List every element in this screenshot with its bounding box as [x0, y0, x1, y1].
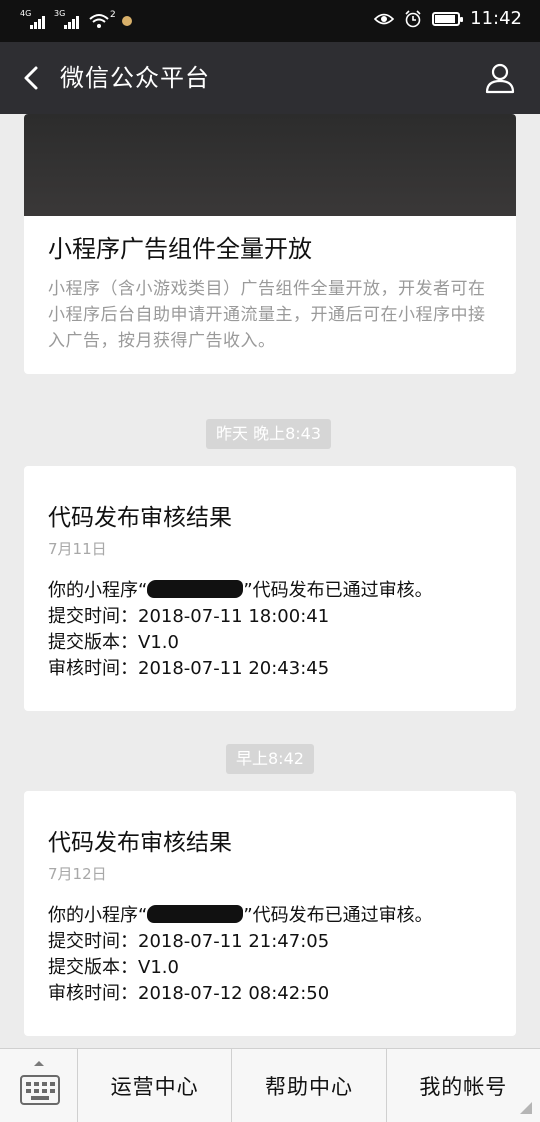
bottom-menu-bar: 运营中心 帮助中心 我的帐号 — [0, 1048, 540, 1122]
menu-item-help[interactable]: 帮助中心 — [232, 1049, 387, 1122]
notification-icon — [121, 16, 132, 26]
wifi-icon — [88, 12, 110, 30]
menu-item-account[interactable]: 我的帐号 — [387, 1049, 540, 1122]
profile-button[interactable] — [482, 60, 518, 96]
message-suffix: ”代码发布已通过审核。 — [243, 580, 433, 601]
message-date: 7月12日 — [48, 865, 107, 883]
message-version: 提交版本：V1.0 — [48, 632, 179, 653]
alarm-icon — [405, 9, 421, 27]
message-title: 代码发布审核结果 — [48, 505, 232, 531]
message-prefix: 你的小程序“ — [48, 905, 148, 926]
user-icon — [485, 63, 515, 94]
keyboard-toggle-button[interactable] — [0, 1049, 78, 1122]
eye-icon — [374, 13, 395, 24]
page-title: 微信公众平台 — [60, 64, 210, 92]
message-date: 7月11日 — [48, 540, 107, 558]
submenu-corner-icon — [519, 1102, 532, 1114]
message-title: 代码发布审核结果 — [48, 830, 232, 856]
message-submit-time: 提交时间：2018-07-11 21:47:05 — [48, 931, 330, 952]
clock-time: 11:42 — [470, 8, 522, 29]
message-card[interactable]: 代码发布审核结果 7月12日 你的小程序“ ”代码发布已通过审核。 提交时间：20… — [24, 791, 516, 1036]
chevron-left-icon — [24, 66, 38, 90]
cellular-signal-icon: 3G — [54, 10, 82, 30]
message-review-time: 审核时间：2018-07-12 08:42:50 — [48, 983, 330, 1004]
back-button[interactable] — [16, 60, 52, 96]
menu-item-account-label: 我的帐号 — [419, 1074, 508, 1099]
article-cover-image — [24, 114, 516, 216]
redacted-app-name — [147, 580, 244, 598]
keyboard-icon — [20, 1075, 60, 1105]
menu-item-operations[interactable]: 运营中心 — [78, 1049, 233, 1122]
message-review-time: 审核时间：2018-07-11 20:43:45 — [48, 658, 330, 679]
article-title: 小程序广告组件全量开放 — [48, 235, 312, 263]
article-description: 小程序（含小游戏类目）广告组件全量开放，开发者可在小程序后台自助申请开通流量主，… — [48, 279, 486, 351]
caret-up-icon — [34, 1061, 44, 1066]
message-prefix: 你的小程序“ — [48, 580, 148, 601]
wifi-badge: 2 — [110, 10, 116, 20]
article-card[interactable]: 小程序广告组件全量开放 小程序（含小游戏类目）广告组件全量开放，开发者可在小程序… — [24, 114, 516, 374]
message-line-app: 你的小程序“ ”代码发布已通过审核。 — [48, 578, 433, 604]
message-timestamp: 昨天 晚上8:43 — [206, 419, 332, 449]
message-suffix: ”代码发布已通过审核。 — [243, 905, 433, 926]
battery-icon — [432, 11, 464, 26]
status-bar: 4G 3G 2 11:42 — [0, 0, 540, 42]
message-card[interactable]: 代码发布审核结果 7月11日 你的小程序“ ”代码发布已通过审核。 提交时间：20… — [24, 466, 516, 711]
cellular-signal-icon: 4G — [20, 10, 48, 30]
message-timestamp: 早上8:42 — [226, 744, 314, 774]
message-submit-time: 提交时间：2018-07-11 18:00:41 — [48, 606, 330, 627]
message-version: 提交版本：V1.0 — [48, 957, 179, 978]
redacted-app-name — [147, 905, 244, 923]
message-line-app: 你的小程序“ ”代码发布已通过审核。 — [48, 903, 433, 929]
nav-bar: 微信公众平台 — [0, 42, 540, 114]
